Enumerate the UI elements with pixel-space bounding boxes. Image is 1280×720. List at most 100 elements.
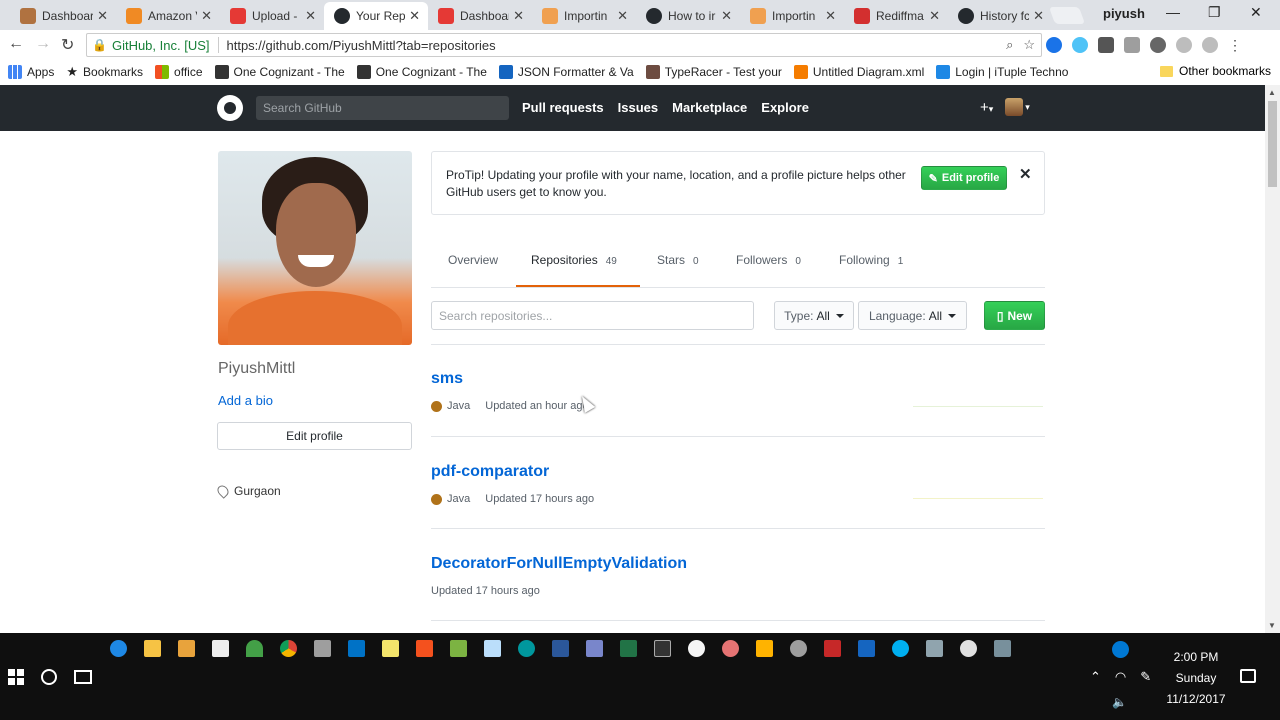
bookmark-untitled-diagram[interactable]: Untitled Diagram.xml: [793, 65, 924, 79]
drive-icon[interactable]: [246, 640, 263, 657]
browser-tab[interactable]: Amazon V ✕: [116, 2, 220, 30]
create-new-dropdown[interactable]: +▾: [980, 99, 993, 116]
forward-icon[interactable]: →: [35, 35, 51, 53]
add-bio-link[interactable]: Add a bio: [218, 393, 273, 408]
tab-close-icon[interactable]: ✕: [617, 8, 628, 24]
app-icon[interactable]: [756, 640, 773, 657]
app-icon[interactable]: [416, 640, 433, 657]
scrollbar-thumb[interactable]: [1268, 101, 1277, 187]
type-filter-dropdown[interactable]: Type: All: [774, 301, 854, 330]
extension-icon[interactable]: [1098, 37, 1114, 53]
page-scrollbar[interactable]: ▲ ▼: [1265, 85, 1280, 633]
nav-pull-requests[interactable]: Pull requests: [522, 100, 604, 115]
browser-tab[interactable]: Upload - ✕: [220, 2, 324, 30]
app-icon[interactable]: [484, 640, 501, 657]
scroll-down-icon[interactable]: ▼: [1268, 621, 1276, 630]
app-icon[interactable]: [178, 640, 195, 657]
browser-tab[interactable]: Rediffma ✕: [844, 2, 948, 30]
windows-start-button[interactable]: [8, 669, 24, 685]
cmd-icon[interactable]: [654, 640, 671, 657]
bookmark-json-formatter[interactable]: JSON Formatter & Va: [498, 65, 634, 79]
repo-name-link[interactable]: pdf-comparator: [431, 463, 1045, 481]
onedrive-icon[interactable]: [1112, 641, 1129, 658]
bookmark-ituple-login[interactable]: Login | iTuple Techno: [936, 65, 1068, 79]
back-icon[interactable]: ←: [8, 35, 24, 53]
protip-close-icon[interactable]: ✕: [1019, 165, 1032, 183]
skype-icon[interactable]: [892, 640, 909, 657]
nav-marketplace[interactable]: Marketplace: [672, 100, 747, 115]
bookmark-bookmarks[interactable]: ★ Bookmarks: [66, 64, 143, 80]
tab-followers[interactable]: Followers 0: [736, 253, 801, 267]
other-bookmarks[interactable]: Other bookmarks: [1160, 64, 1271, 78]
zoom-icon[interactable]: ⌕: [1006, 37, 1013, 53]
github-search-input[interactable]: Search GitHub: [256, 96, 509, 120]
tab-close-icon[interactable]: ✕: [721, 8, 732, 24]
restore-icon[interactable]: ❐: [1208, 4, 1221, 21]
chrome-menu-icon[interactable]: ⋮: [1228, 37, 1242, 53]
cortana-icon[interactable]: [41, 669, 57, 685]
address-bar[interactable]: 🔒 GitHub, Inc. [US] https://github.com/P…: [86, 33, 1042, 57]
chevron-up-icon[interactable]: ⌃: [1090, 669, 1101, 685]
protip-edit-profile-button[interactable]: ✎ Edit profile: [921, 166, 1007, 190]
wifi-icon[interactable]: ◠: [1115, 669, 1126, 685]
url-text[interactable]: https://github.com/PiyushMittl?tab=repos…: [227, 38, 496, 53]
tab-overview[interactable]: Overview: [448, 253, 498, 267]
tab-repositories[interactable]: Repositories 49: [531, 253, 617, 267]
new-tab-button[interactable]: [1048, 7, 1086, 24]
settings-gear-icon[interactable]: [926, 640, 943, 657]
browser-tab[interactable]: Importin ✕: [532, 2, 636, 30]
task-view-icon[interactable]: [74, 670, 92, 684]
tab-close-icon[interactable]: ✕: [305, 8, 316, 24]
edge-icon[interactable]: [110, 640, 127, 657]
app-icon[interactable]: [994, 640, 1011, 657]
extension-icon[interactable]: [1202, 37, 1218, 53]
file-explorer-icon[interactable]: [144, 640, 161, 657]
taskbar-clock[interactable]: 2:00 PM Sunday 11/12/2017: [1166, 647, 1226, 710]
word-icon[interactable]: [552, 640, 569, 657]
tab-close-icon[interactable]: ✕: [929, 8, 940, 24]
excel-icon[interactable]: [620, 640, 637, 657]
bookmark-cognizant-2[interactable]: One Cognizant - The: [356, 65, 487, 79]
extension-icon[interactable]: [1046, 37, 1062, 53]
outlook-icon[interactable]: [348, 640, 365, 657]
app-icon[interactable]: [688, 640, 705, 657]
profile-avatar[interactable]: [218, 151, 412, 345]
tab-close-icon[interactable]: ✕: [513, 8, 524, 24]
close-window-icon[interactable]: ✕: [1250, 4, 1262, 21]
bookmark-typeracer[interactable]: TypeRacer - Test your: [645, 65, 782, 79]
app-icon[interactable]: [824, 640, 841, 657]
tab-close-icon[interactable]: ✕: [97, 8, 108, 24]
browser-tab[interactable]: History fc ✕: [948, 2, 1052, 30]
store-icon[interactable]: [212, 640, 229, 657]
extension-icon[interactable]: [1072, 37, 1088, 53]
language-filter-dropdown[interactable]: Language: All: [858, 301, 967, 330]
volume-icon[interactable]: 🔈: [1112, 695, 1127, 709]
tab-close-icon[interactable]: ✕: [201, 8, 212, 24]
tab-close-icon[interactable]: ✕: [1033, 8, 1044, 24]
arduino-icon[interactable]: [518, 640, 535, 657]
repo-name-link[interactable]: DecoratorForNullEmptyValidation: [431, 555, 1045, 573]
browser-tab[interactable]: Importin ✕: [740, 2, 844, 30]
browser-tab[interactable]: How to ir ✕: [636, 2, 740, 30]
reload-icon[interactable]: ↻: [61, 35, 74, 55]
github-logo-icon[interactable]: [217, 95, 243, 121]
app-icon[interactable]: [586, 640, 603, 657]
app-icon[interactable]: [722, 640, 739, 657]
browser-tab[interactable]: Dashboar ✕: [428, 2, 532, 30]
repository-search-input[interactable]: Search repositories...: [431, 301, 754, 330]
app-icon[interactable]: [858, 640, 875, 657]
chrome-icon[interactable]: [280, 640, 297, 657]
bookmark-apps[interactable]: Apps: [8, 65, 54, 79]
scroll-up-icon[interactable]: ▲: [1268, 88, 1276, 97]
tab-following[interactable]: Following 1: [839, 253, 903, 267]
repo-name-link[interactable]: sms: [431, 370, 1045, 388]
nav-issues[interactable]: Issues: [618, 100, 658, 115]
gear-icon[interactable]: [960, 640, 977, 657]
speed-icon[interactable]: [1150, 37, 1166, 53]
notepad-icon[interactable]: [382, 640, 399, 657]
nav-explore[interactable]: Explore: [761, 100, 809, 115]
browser-tab-active[interactable]: Your Rep ✕: [324, 2, 428, 30]
action-center-icon[interactable]: [1240, 669, 1256, 683]
bookmark-star-icon[interactable]: ☆: [1023, 37, 1035, 53]
pen-icon[interactable]: ✎: [1140, 669, 1151, 685]
